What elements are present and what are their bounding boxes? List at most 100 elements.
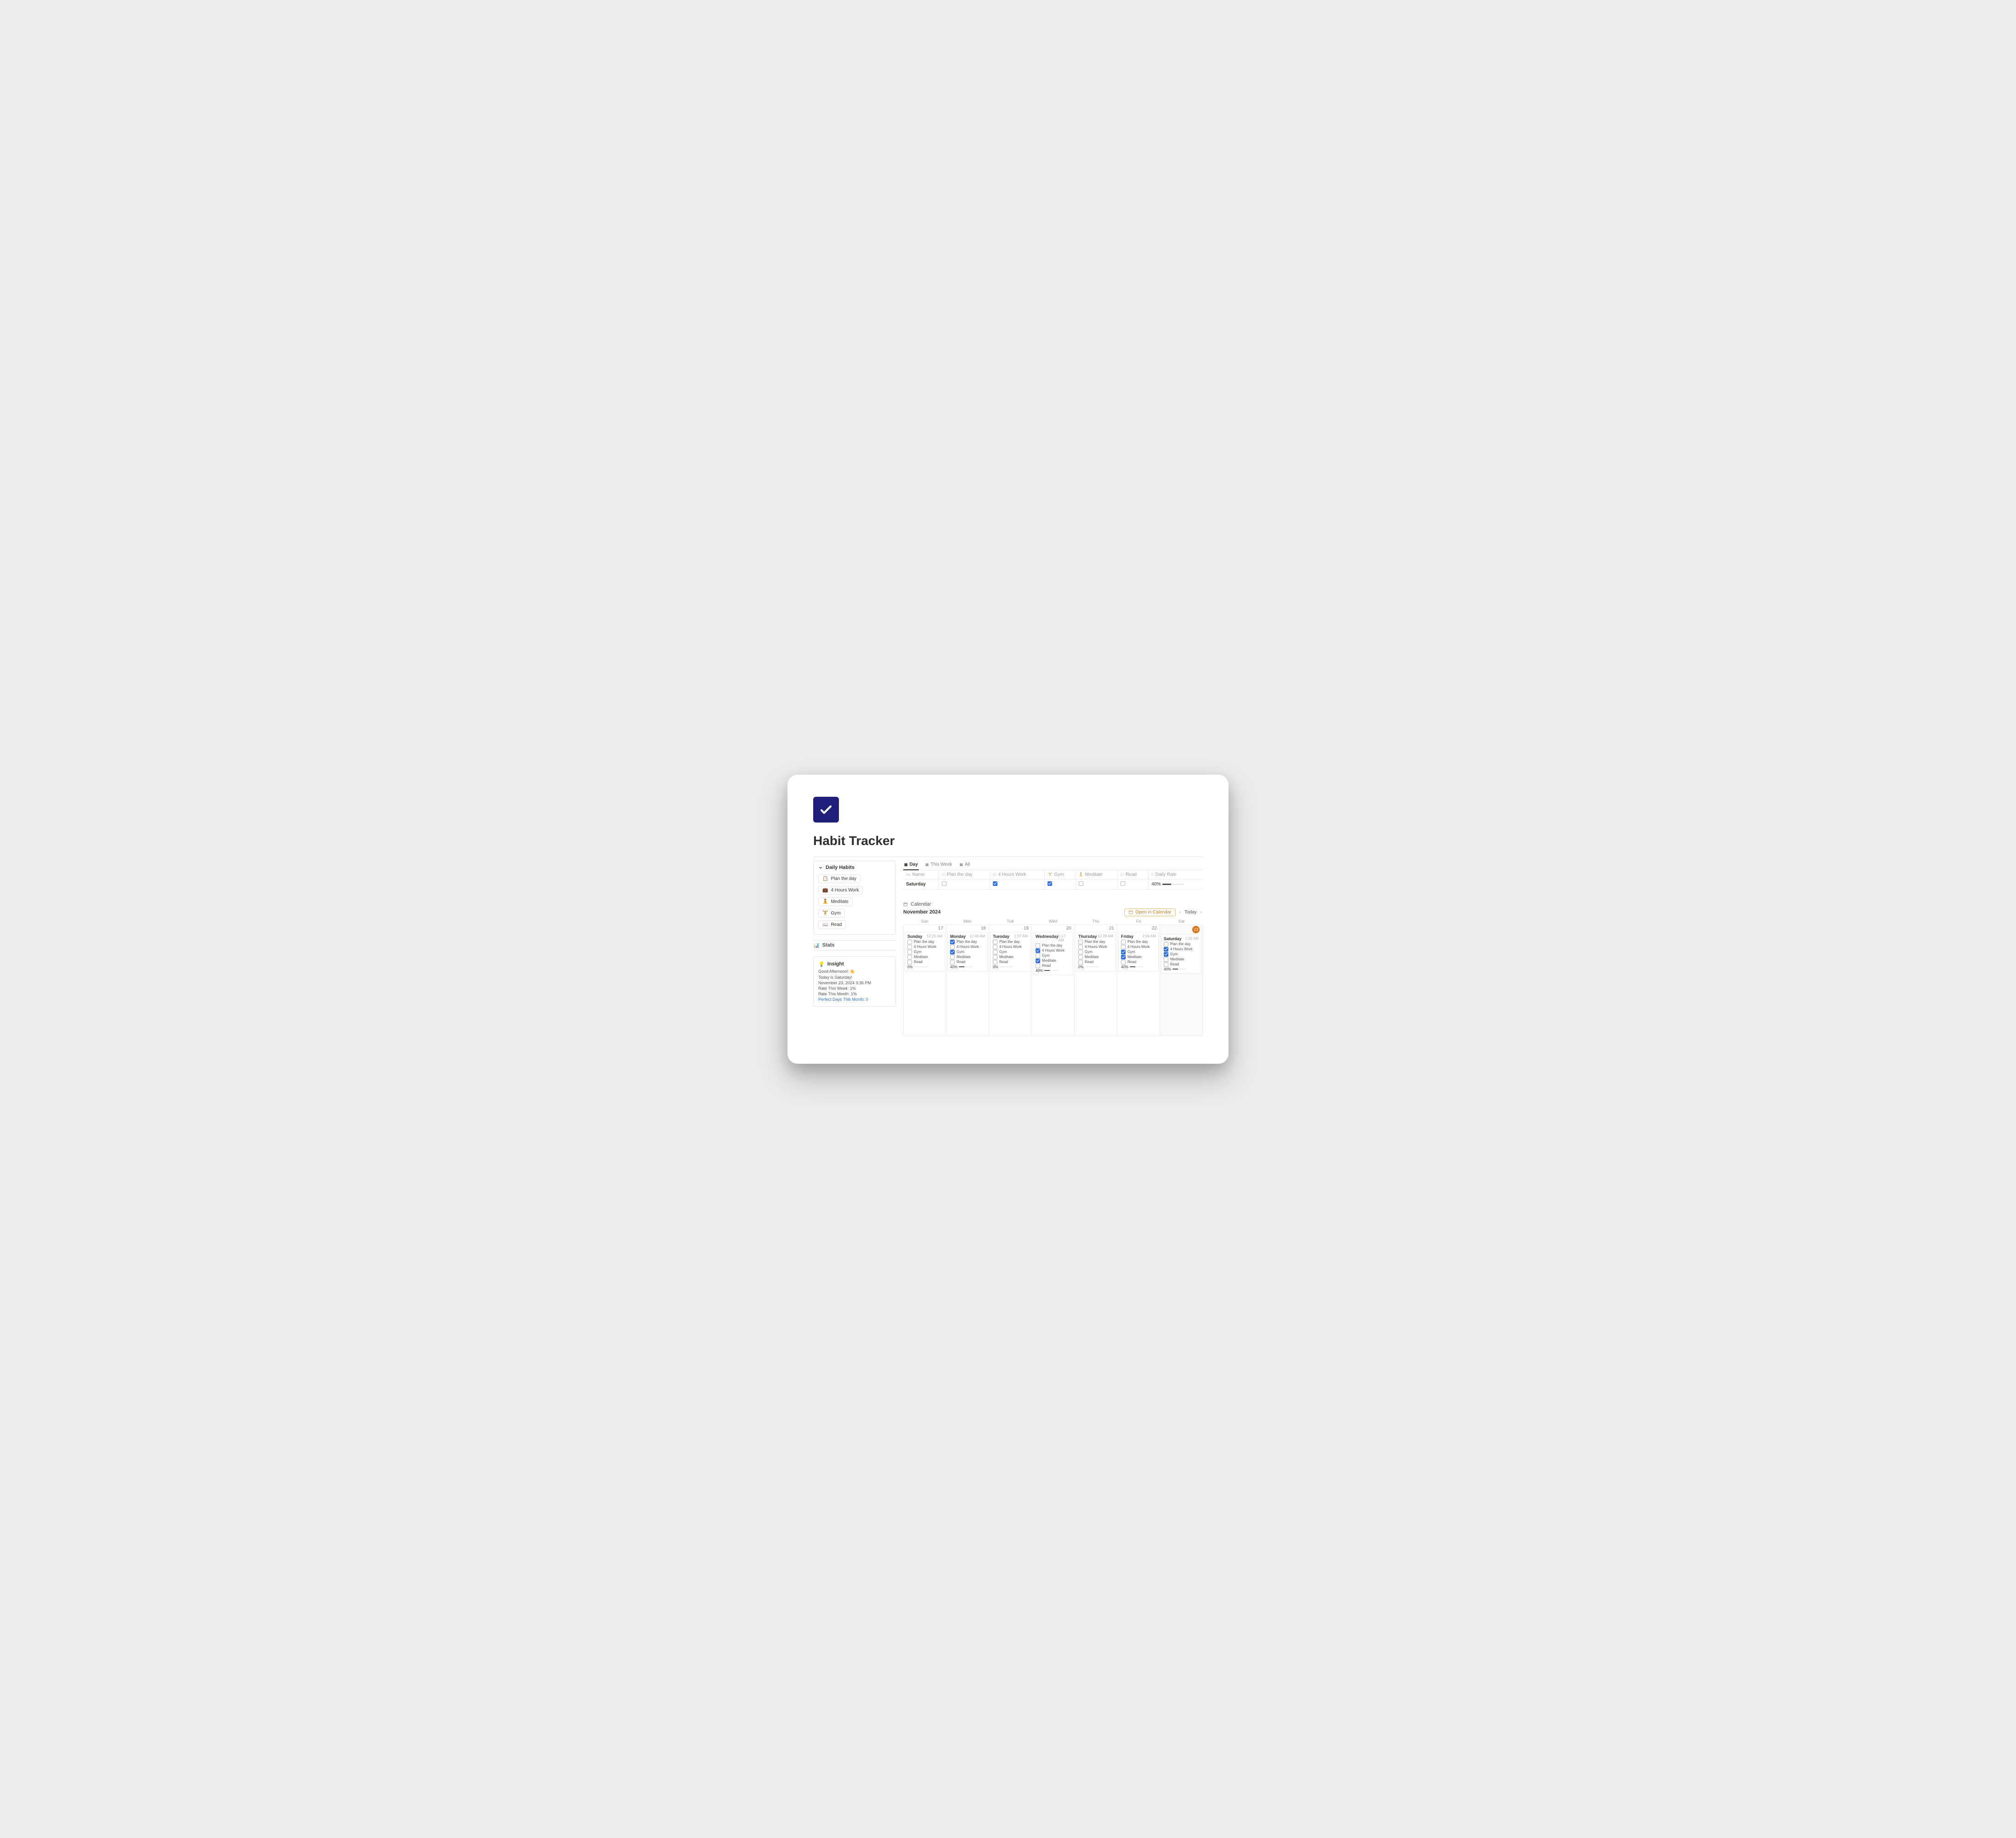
- day-habit-row: Plan the day: [1036, 943, 1070, 948]
- chevron-down-icon: [818, 865, 823, 870]
- day-checkbox[interactable]: [907, 945, 912, 949]
- day-checkbox[interactable]: [1078, 940, 1083, 944]
- next-button[interactable]: ›: [1200, 910, 1203, 915]
- checkbox-meditate[interactable]: [1079, 881, 1083, 886]
- column-header[interactable]: ☑4 Hours Work: [990, 870, 1045, 879]
- day-progress: [959, 966, 973, 968]
- column-header[interactable]: 🏋️Gym: [1045, 870, 1076, 879]
- day-checkbox[interactable]: [950, 940, 955, 944]
- habit-chip[interactable]: 🏋️Gym: [818, 909, 845, 918]
- day-checkbox[interactable]: [1164, 962, 1168, 967]
- day-checkbox[interactable]: [950, 960, 955, 964]
- day-checkbox[interactable]: [1036, 964, 1040, 968]
- day-checkbox[interactable]: [907, 940, 912, 944]
- insight-perfect-days[interactable]: Perfect Days This Month: 0: [818, 997, 891, 1002]
- tab-this-week[interactable]: ▦This Week: [924, 861, 953, 870]
- calendar-header[interactable]: Calendar: [903, 902, 1203, 907]
- day-checkbox[interactable]: [1121, 960, 1126, 964]
- habit-chip[interactable]: 🧘Meditate: [818, 897, 853, 906]
- day-checkbox[interactable]: [907, 950, 912, 954]
- day-checkbox[interactable]: [1078, 945, 1083, 949]
- calendar-column: 21Thursday12:39 AMPlan the day4 Hours Wo…: [1075, 925, 1117, 1036]
- habit-chip[interactable]: 💼4 Hours Work: [818, 886, 863, 895]
- day-checkbox[interactable]: [1121, 955, 1126, 959]
- column-header[interactable]: ☑Plan the day: [939, 870, 990, 879]
- daily-habits-header[interactable]: Daily Habits: [818, 865, 891, 870]
- day-progress: [1130, 966, 1144, 968]
- calendar-date[interactable]: 19: [989, 925, 1031, 932]
- day-card[interactable]: Tuesday2:57 AMPlan the day4 Hours WorkGy…: [990, 932, 1031, 971]
- day-checkbox[interactable]: [1121, 940, 1126, 944]
- day-checkbox[interactable]: [993, 950, 997, 954]
- daily-habits-block: Daily Habits 📋Plan the day 💼4 Hours Work 🧘…: [813, 861, 896, 935]
- day-progress: [1085, 966, 1099, 968]
- day-checkbox[interactable]: [1036, 959, 1040, 963]
- habit-chip[interactable]: 📋Plan the day: [818, 874, 861, 883]
- habit-label: Plan the day: [831, 876, 856, 881]
- day-checkbox[interactable]: [950, 945, 955, 949]
- day-card[interactable]: Sunday12:26 AMPlan the day4 Hours WorkGy…: [905, 932, 945, 971]
- day-checkbox[interactable]: [950, 955, 955, 959]
- day-rate: 0%: [993, 965, 1028, 969]
- day-habit-row: Gym: [1078, 950, 1113, 954]
- day-rate: 0%: [907, 965, 942, 969]
- calendar-date[interactable]: 20: [1032, 925, 1074, 932]
- day-checkbox[interactable]: [1036, 943, 1040, 948]
- column-icon: 🏋️: [1048, 873, 1052, 877]
- daily-rate-cell: 40%: [1151, 882, 1200, 887]
- calendar-date[interactable]: 21: [1075, 925, 1117, 932]
- prev-button[interactable]: ‹: [1178, 910, 1182, 915]
- column-header[interactable]: ☑Read: [1118, 870, 1149, 879]
- checkbox-work[interactable]: [993, 881, 997, 886]
- day-checkbox[interactable]: [907, 955, 912, 959]
- today-button[interactable]: Today: [1184, 910, 1197, 915]
- day-checkbox[interactable]: [993, 945, 997, 949]
- day-checkbox[interactable]: [1164, 947, 1168, 952]
- calendar-date[interactable]: 22: [1117, 925, 1160, 932]
- column-header[interactable]: ⁞⁞Daily Rate: [1149, 870, 1203, 879]
- calendar-toolbar: November 2024 Open in Calendar ‹ Today ›: [903, 908, 1203, 916]
- day-checkbox[interactable]: [993, 960, 997, 964]
- calendar-date[interactable]: 23: [1160, 925, 1202, 934]
- day-habit-row: Meditate: [993, 955, 1028, 959]
- calendar-grid: 17Sunday12:26 AMPlan the day4 Hours Work…: [903, 925, 1203, 1036]
- tab-day[interactable]: ▦Day: [903, 861, 919, 870]
- checkbox-read[interactable]: [1121, 881, 1125, 886]
- calendar-date[interactable]: 17: [904, 925, 946, 932]
- day-checkbox[interactable]: [1078, 960, 1083, 964]
- calendar-month[interactable]: November 2024: [903, 909, 940, 915]
- table-icon: ▦: [960, 862, 963, 867]
- day-checkbox[interactable]: [1164, 942, 1168, 947]
- day-checkbox[interactable]: [1036, 953, 1040, 958]
- day-card[interactable]: Wednesday1:17 AMPlan the day4 Hours Work…: [1033, 932, 1073, 975]
- checkbox-gym[interactable]: [1048, 881, 1052, 886]
- day-checkbox[interactable]: [950, 950, 955, 954]
- day-card[interactable]: Monday12:46 AMPlan the day4 Hours WorkGy…: [947, 932, 988, 971]
- day-card[interactable]: Saturday1:15 AMPlan the day4 Hours WorkG…: [1161, 934, 1201, 974]
- column-header[interactable]: 🧘Meditate: [1076, 870, 1117, 879]
- table-row[interactable]: Saturday 40%: [903, 879, 1203, 889]
- column-header[interactable]: AaName: [903, 870, 939, 879]
- day-habit-row: Read: [950, 960, 985, 964]
- day-habit-row: Read: [1078, 960, 1113, 964]
- day-checkbox[interactable]: [1036, 948, 1040, 953]
- habit-chip[interactable]: 📖Read: [818, 920, 846, 929]
- tab-all[interactable]: ▦All: [959, 861, 971, 870]
- day-checkbox[interactable]: [1121, 950, 1126, 954]
- day-card[interactable]: Thursday12:39 AMPlan the day4 Hours Work…: [1076, 932, 1116, 971]
- day-checkbox[interactable]: [1164, 952, 1168, 957]
- day-rate: 40%: [950, 965, 985, 969]
- day-card[interactable]: Friday2:04 AMPlan the day4 Hours WorkGym…: [1118, 932, 1159, 971]
- open-in-calendar-button[interactable]: Open in Calendar: [1124, 908, 1175, 916]
- day-checkbox[interactable]: [1078, 950, 1083, 954]
- day-checkbox[interactable]: [993, 955, 997, 959]
- day-checkbox[interactable]: [1078, 955, 1083, 959]
- day-checkbox[interactable]: [907, 960, 912, 964]
- day-checkbox[interactable]: [1121, 945, 1126, 949]
- checkbox-plan[interactable]: [942, 881, 946, 886]
- calendar-date[interactable]: 18: [946, 925, 989, 932]
- day-checkbox[interactable]: [993, 940, 997, 944]
- day-habit-row: Read: [1121, 960, 1156, 964]
- day-checkbox[interactable]: [1164, 957, 1168, 962]
- stats-header[interactable]: 📊 Stats: [813, 940, 896, 951]
